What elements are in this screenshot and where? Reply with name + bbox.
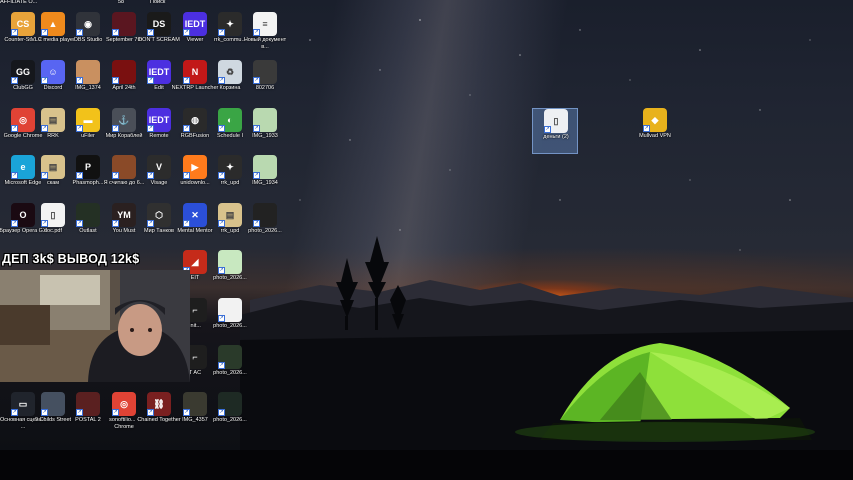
webcam-overlay	[0, 270, 190, 382]
shortcut-arrow-icon: ↗	[76, 172, 83, 179]
shortcut-arrow-icon: ↗	[76, 409, 83, 416]
shortcut-arrow-icon: ↗	[218, 125, 225, 132]
desktop-shortcut[interactable]: ↗ photo_2026...	[207, 392, 253, 438]
desktop-shortcut-label: Mullvad VPN	[639, 133, 671, 139]
shortcut-arrow-icon: ↗	[11, 125, 18, 132]
shortcut-arrow-icon: ↗	[183, 29, 190, 36]
desktop-shortcut-label: деньги (2)	[543, 134, 569, 140]
shortcut-arrow-icon: ↗	[41, 172, 48, 179]
shortcut-arrow-icon: ↗	[76, 77, 83, 84]
top-label: 58	[118, 0, 125, 5]
shortcut-arrow-icon: ↗	[147, 220, 154, 227]
shortcut-arrow-icon: ↗	[147, 172, 154, 179]
shortcut-arrow-icon: ↗	[41, 29, 48, 36]
shortcut-arrow-icon: ↗	[253, 220, 260, 227]
shortcut-arrow-icon: ↗	[253, 172, 260, 179]
desktop-shortcut[interactable]: ≡ ↗ Новый документ в...	[242, 12, 288, 58]
shortcut-arrow-icon: ↗	[112, 29, 119, 36]
shortcut-arrow-icon: ↗	[218, 172, 225, 179]
desktop-shortcut[interactable]: ↗ photo_2026...	[207, 250, 253, 296]
shortcut-arrow-icon: ↗	[147, 409, 154, 416]
desktop-shortcut[interactable]: ↗ IMG_1934	[242, 155, 288, 201]
shortcut-arrow-icon: ↗	[183, 125, 190, 132]
shortcut-arrow-icon: ↗	[11, 77, 18, 84]
shortcut-arrow-icon: ↗	[218, 29, 225, 36]
desktop-shortcut[interactable]: ↗ 802706	[242, 60, 288, 106]
desktop-shortcut[interactable]: ▯ ↗ деньги (2)	[532, 108, 578, 154]
top-label: AFFILIATE O...	[0, 0, 38, 5]
desktop-shortcut-label: photo_2026...	[213, 275, 247, 281]
desktop-shortcut-label: 802706	[255, 85, 275, 91]
shortcut-arrow-icon: ↗	[147, 29, 154, 36]
desktop-shortcut[interactable]: ◆ ↗ Mullvad VPN	[632, 108, 678, 154]
shortcut-arrow-icon: ↗	[11, 220, 18, 227]
desktop-shortcut-label: Новый документ в...	[243, 37, 287, 50]
shortcut-arrow-icon: ↗	[147, 125, 154, 132]
shortcut-arrow-icon: ↗	[41, 220, 48, 227]
shortcut-arrow-icon: ↗	[41, 77, 48, 84]
desktop-shortcut[interactable]: ↗ IMG_1933	[242, 108, 288, 154]
shortcut-arrow-icon: ↗	[41, 125, 48, 132]
shortcut-arrow-icon: ↗	[183, 409, 190, 416]
desktop-shortcut[interactable]: ↗ photo_2026...	[207, 345, 253, 391]
shortcut-arrow-icon: ↗	[11, 29, 18, 36]
desktop-shortcut[interactable]: ↗ photo_2026...	[207, 298, 253, 344]
shortcut-arrow-icon: ↗	[76, 220, 83, 227]
desktop-shortcut-label: photo_2026...	[213, 323, 247, 329]
desktop-shortcut-label: IMG_1934	[252, 180, 278, 186]
shortcut-arrow-icon: ↗	[218, 409, 225, 416]
shortcut-arrow-icon: ↗	[218, 77, 225, 84]
shortcut-arrow-icon: ↗	[112, 172, 119, 179]
shortcut-arrow-icon: ↗	[183, 172, 190, 179]
top-icon-labels-row: AFFILIATE O... 58 Поиск	[0, 0, 853, 6]
shortcut-arrow-icon: ↗	[218, 315, 225, 322]
shortcut-arrow-icon: ↗	[76, 29, 83, 36]
taskbar[interactable]	[0, 450, 853, 480]
shortcut-arrow-icon: ↗	[11, 409, 18, 416]
shortcut-arrow-icon: ↗	[218, 362, 225, 369]
shortcut-arrow-icon: ↗	[253, 29, 260, 36]
desktop[interactable]: AFFILIATE O... 58 Поиск CS ↗ Counter-Str... …	[0, 0, 853, 450]
shortcut-arrow-icon: ↗	[147, 77, 154, 84]
shortcut-arrow-icon: ↗	[76, 125, 83, 132]
shortcut-arrow-icon: ↗	[112, 409, 119, 416]
desktop-shortcut-label: photo_2026...	[213, 370, 247, 376]
shortcut-arrow-icon: ↗	[253, 77, 260, 84]
shortcut-arrow-icon: ↗	[183, 220, 190, 227]
shortcut-arrow-icon: ↗	[112, 125, 119, 132]
shortcut-arrow-icon: ↗	[218, 267, 225, 274]
desktop-shortcut-label: IMG_1933	[252, 133, 278, 139]
desktop-shortcut-label: photo_2026...	[213, 417, 247, 423]
shortcut-arrow-icon: ↗	[643, 125, 650, 132]
desktop-shortcut[interactable]: ↗ photo_2026...	[242, 203, 288, 249]
desktop-shortcut-label: photo_2026...	[248, 228, 282, 234]
shortcut-arrow-icon: ↗	[112, 220, 119, 227]
stream-overlay-caption: ДЕП 3k$ ВЫВОД 12k$	[2, 252, 140, 266]
shortcut-arrow-icon: ↗	[253, 125, 260, 132]
shortcut-arrow-icon: ↗	[11, 172, 18, 179]
top-label: Поиск	[150, 0, 166, 5]
shortcut-arrow-icon: ↗	[183, 77, 190, 84]
shortcut-arrow-icon: ↗	[218, 220, 225, 227]
shortcut-arrow-icon: ↗	[41, 409, 48, 416]
shortcut-arrow-icon: ↗	[112, 77, 119, 84]
shortcut-arrow-icon: ↗	[544, 126, 551, 133]
